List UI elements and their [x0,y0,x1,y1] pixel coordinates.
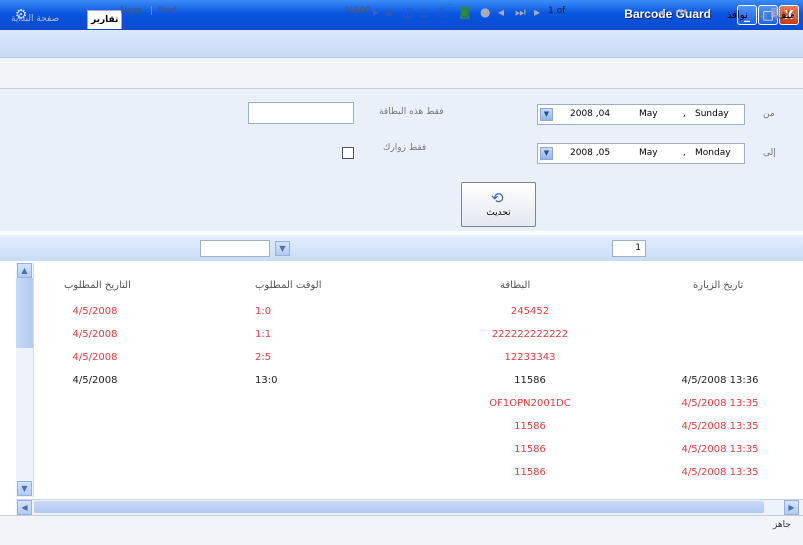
menu-windows[interactable]: نوافذ [727,10,748,21]
table-cell-required-time: 1:0 [255,306,272,317]
tab-home[interactable]: صفحة البداية [8,10,62,28]
table-cell-visit-date: 4/5/2008 13:35 [681,398,759,409]
table-cell-card: 11586 [514,375,546,386]
table-cell-visit-date: 4/5/2008 13:35 [681,421,759,432]
table-cell-required-date: 4/5/2008 [72,352,118,363]
from-label: من [763,109,775,119]
print-icon[interactable]: ⎙ [437,5,447,20]
refresh-label: تحديث [486,208,511,218]
menu-bar [0,30,803,58]
table-cell-card: 11586 [514,444,546,455]
my-visitors-label: فقط زوارك [383,143,427,153]
table-cell-card: 222222222222 [491,329,569,340]
scroll-up-icon[interactable]: ▲ [17,263,32,278]
page-setup-icon[interactable]: ◻ [419,5,429,19]
col-visit-date: تاريخ الزيارة [693,280,744,291]
table-cell-card: 12233343 [504,352,556,363]
to-date-year: 2008 ,05 [570,148,611,158]
chevron-down-icon[interactable]: ▼ [540,108,553,121]
card-only-label: فقط هذه البطاقة [379,107,444,117]
refresh-button[interactable]: ⟲ تحديث [461,182,536,227]
col-required-time: الوقت المطلوب [255,280,322,291]
to-date-sep: , [683,148,686,158]
table-cell-required-time: 2:5 [255,352,272,363]
table-cell-card: 11586 [514,421,546,432]
find-link[interactable]: Find [158,6,176,16]
from-date-day: Sunday [695,109,729,119]
table-cell-card: 245452 [510,306,550,317]
page-number-input[interactable]: 1 [612,240,646,257]
table-cell-visit-date: 4/5/2008 13:36 [681,375,759,386]
first-page-icon[interactable]: ⏮ [676,5,687,20]
table-cell-visit-date: 4/5/2008 13:35 [681,467,759,478]
card-input[interactable] [248,102,354,124]
status-bar [0,515,803,545]
tab-strip [0,58,803,89]
document-map-icon[interactable]: ▦ [770,5,781,19]
table-cell-required-time: 1:1 [255,329,272,340]
scroll-down-icon[interactable]: ▼ [17,481,32,496]
toolbar-sep: | [150,6,154,16]
refresh-icon: ⟲ [491,189,504,207]
export-icon[interactable]: ▸ [373,5,379,19]
tab-reports[interactable]: تقارير [87,10,123,29]
find-next-link[interactable]: Next [120,6,141,16]
from-date-year: 2008 ,04 [570,109,611,119]
back-icon[interactable]: ◂ [498,5,504,19]
to-label: إلى [763,148,776,158]
col-required-date: التاريخ المطلوب [64,280,131,291]
from-date-month: May [639,109,658,119]
to-date-month: May [639,148,658,158]
save-icon[interactable]: ▪ [385,5,393,19]
stop-icon[interactable]: ● [480,5,490,19]
next-page-icon[interactable]: ▸ [534,5,540,19]
find-input[interactable] [200,240,270,257]
from-date-sep: , [683,109,686,119]
report-toolbar [0,235,803,262]
scroll-right-icon[interactable]: ▶ [784,500,799,515]
vertical-scroll-thumb[interactable] [16,278,33,348]
table-cell-required-date: 4/5/2008 [72,306,118,317]
table-cell-card: OF1OPN2001DC [489,398,571,409]
horizontal-scroll-thumb[interactable] [34,501,764,513]
table-cell-card: 11586 [514,467,546,478]
zoom-dropdown-icon[interactable]: ▼ [275,241,290,256]
prev-page-icon[interactable]: ◂ [658,5,664,19]
refresh-report-icon[interactable]: ◙ [459,5,471,19]
status-text: جاهز [772,520,791,530]
zoom-level[interactable]: %100 [345,6,371,16]
to-date-day: Monday [695,148,731,158]
table-cell-required-date: 4/5/2008 [72,329,118,340]
col-card: البطاقة [500,280,531,291]
window-title: Barcode Guard [624,7,711,21]
table-cell-visit-date: 4/5/2008 13:35 [681,444,759,455]
my-visitors-checkbox[interactable] [342,147,354,159]
from-date-picker[interactable]: ▼ 2008 ,04 May , Sunday [537,104,745,125]
scroll-left-icon[interactable]: ◀ [17,500,32,515]
table-cell-required-time: 13:0 [255,375,278,386]
chevron-down-icon[interactable]: ▼ [540,147,553,160]
page-of-label: 1 of [548,6,566,16]
layout-icon[interactable]: ◫ [402,5,413,19]
last-page-icon[interactable]: ⏭ [515,5,526,20]
table-cell-required-date: 4/5/2008 [72,375,118,386]
to-date-picker[interactable]: ▼ 2008 ,05 May , Monday [537,143,745,164]
